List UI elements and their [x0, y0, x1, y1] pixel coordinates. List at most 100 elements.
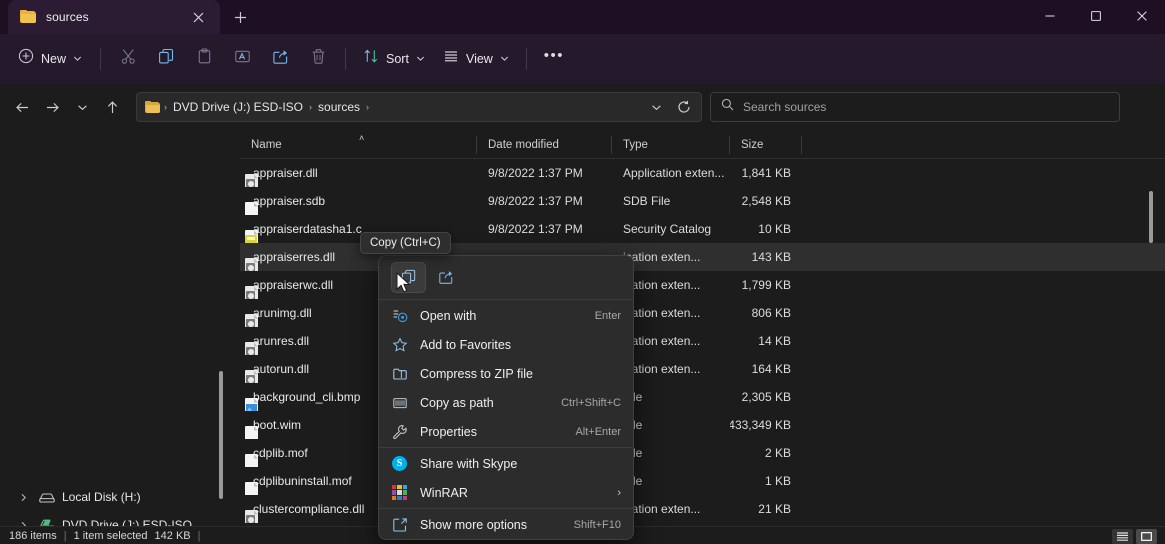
chevron-right-icon[interactable] [14, 516, 32, 526]
file-name-label: appraiserdatasha1.c [253, 222, 362, 236]
context-item-copy-as-path[interactable]: Copy as path Ctrl+Shift+C [379, 388, 633, 417]
navpane-scrollbar[interactable] [219, 371, 223, 499]
share-icon [272, 48, 289, 70]
copy-button[interactable] [147, 43, 185, 75]
table-row[interactable]: appraiser.dll 9/8/2022 1:37 PM Application… [240, 159, 1165, 187]
view-button[interactable]: View [434, 43, 518, 75]
rename-button[interactable] [223, 43, 261, 75]
breadcrumb-item-0[interactable]: DVD Drive (J:) ESD-ISO [168, 96, 308, 118]
chevron-right-icon[interactable] [14, 488, 32, 506]
context-item-label: Share with Skype [420, 456, 518, 471]
column-header-type[interactable]: Type [612, 131, 730, 159]
back-button[interactable] [7, 92, 37, 122]
column-header-size[interactable]: Size [730, 131, 802, 159]
more-options-icon [391, 516, 408, 533]
tab-sources[interactable]: sources [8, 0, 220, 34]
window-close-icon[interactable] [1119, 0, 1165, 32]
context-item-properties[interactable]: Properties Alt+Enter [379, 417, 633, 446]
file-name-label: arunimg.dll [253, 306, 312, 320]
delete-button[interactable] [299, 43, 337, 75]
item-count-label: 186 items [9, 529, 57, 542]
column-header-name[interactable]: Name ˄ [240, 131, 477, 159]
copy-tooltip: Copy (Ctrl+C) [360, 232, 451, 254]
file-size-cell: 433,349 KB [730, 418, 791, 432]
sort-label: Sort [386, 51, 409, 66]
context-share-button[interactable] [428, 262, 463, 293]
rename-icon [234, 48, 251, 70]
context-item-label: Add to Favorites [420, 337, 512, 352]
breadcrumb-item-1[interactable]: sources [313, 96, 365, 118]
open-with-icon [391, 307, 408, 324]
column-label: Size [741, 138, 764, 151]
context-item-add-to-favorites[interactable]: Add to Favorites [379, 330, 633, 359]
file-list-scrollbar[interactable] [1149, 191, 1153, 243]
share-button[interactable] [261, 43, 299, 75]
forward-button[interactable] [37, 92, 67, 122]
navigation-pane: Local Disk (H:) DVD Drive (J:) ESD-ISO [0, 131, 228, 526]
column-label: Type [623, 138, 648, 151]
tab-strip: sources [0, 0, 256, 34]
search-icon [721, 98, 734, 116]
file-name-label: cdplibuninstall.mof [253, 474, 352, 488]
preview-pane-icon[interactable] [1136, 529, 1157, 544]
paste-button[interactable] [185, 43, 223, 75]
context-item-accelerator: Enter [594, 309, 621, 322]
maximize-icon[interactable] [1073, 0, 1119, 32]
context-item-label: Open with [420, 308, 477, 323]
file-name-label: background_cli.bmp [253, 390, 361, 404]
sort-button[interactable]: Sort [354, 43, 434, 75]
date-modified-cell: 9/8/2022 1:37 PM [488, 222, 583, 236]
refresh-icon[interactable] [671, 95, 697, 119]
address-bar[interactable]: › DVD Drive (J:) ESD-ISO › sources › [136, 92, 702, 122]
file-name-label: appraiser.dll [253, 166, 318, 180]
file-size-cell: 2 KB [764, 446, 791, 460]
context-item-label: Properties [420, 424, 477, 439]
file-size-cell: 1 KB [764, 474, 791, 488]
context-copy-button[interactable] [391, 261, 426, 293]
column-divider[interactable] [801, 135, 802, 154]
command-bar: New Sort View ••• [0, 34, 1165, 83]
context-item-label: Copy as path [420, 395, 494, 410]
file-name-label: appraiserwc.dll [253, 278, 334, 292]
paste-icon [196, 47, 213, 70]
file-size-cell: 10 KB [758, 222, 791, 236]
status-separator: | [197, 529, 201, 542]
divider [525, 47, 527, 70]
new-tab-button[interactable] [224, 2, 256, 32]
column-header-date-modified[interactable]: Date modified [477, 131, 612, 159]
new-button[interactable]: New [10, 43, 92, 75]
divider [345, 47, 347, 70]
title-bar: sources [0, 0, 1165, 34]
minimize-icon[interactable] [1027, 0, 1073, 32]
previous-locations-icon[interactable] [643, 95, 669, 119]
sidebar-item-dvd-drive-j[interactable]: DVD Drive (J:) ESD-ISO [6, 511, 222, 526]
search-box[interactable]: Search sources [710, 92, 1120, 122]
context-item-accelerator: Shift+F10 [573, 518, 621, 531]
search-input[interactable]: Search sources [743, 100, 826, 114]
context-item-share-with-skype[interactable]: S Share with Skype [379, 449, 633, 478]
file-name-label: appraiser.sdb [253, 194, 326, 208]
plus-circle-icon [18, 48, 34, 69]
file-explorer-window: sources New Sort View ••• › DVD Drive (J… [0, 0, 1165, 544]
see-more-button[interactable]: ••• [535, 43, 573, 75]
tab-label: sources [46, 10, 89, 24]
recent-locations-button[interactable] [67, 92, 97, 122]
context-item-open-with[interactable]: Open with Enter [379, 301, 633, 330]
close-icon[interactable] [186, 6, 210, 28]
divider [379, 447, 633, 448]
sidebar-item-local-disk-h[interactable]: Local Disk (H:) [6, 483, 222, 511]
divider [379, 508, 633, 509]
file-size-cell: 1,841 KB [741, 166, 791, 180]
column-label: Date modified [488, 138, 559, 151]
details-view-icon[interactable] [1112, 529, 1133, 544]
file-type-cell: Security Catalog [623, 222, 712, 236]
file-size-cell: 143 KB [751, 250, 791, 264]
file-size-cell: 14 KB [758, 334, 791, 348]
up-button[interactable] [97, 92, 127, 122]
context-item-winrar[interactable]: WinRAR › [379, 478, 633, 507]
table-row[interactable]: appraiser.sdb 9/8/2022 1:37 PM SDB File 2,5… [240, 187, 1165, 215]
file-type-cell: SDB File [623, 194, 671, 208]
context-item-show-more-options[interactable]: Show more options Shift+F10 [379, 510, 633, 539]
cut-button[interactable] [109, 43, 147, 75]
context-item-compress-to-zip[interactable]: Compress to ZIP file [379, 359, 633, 388]
